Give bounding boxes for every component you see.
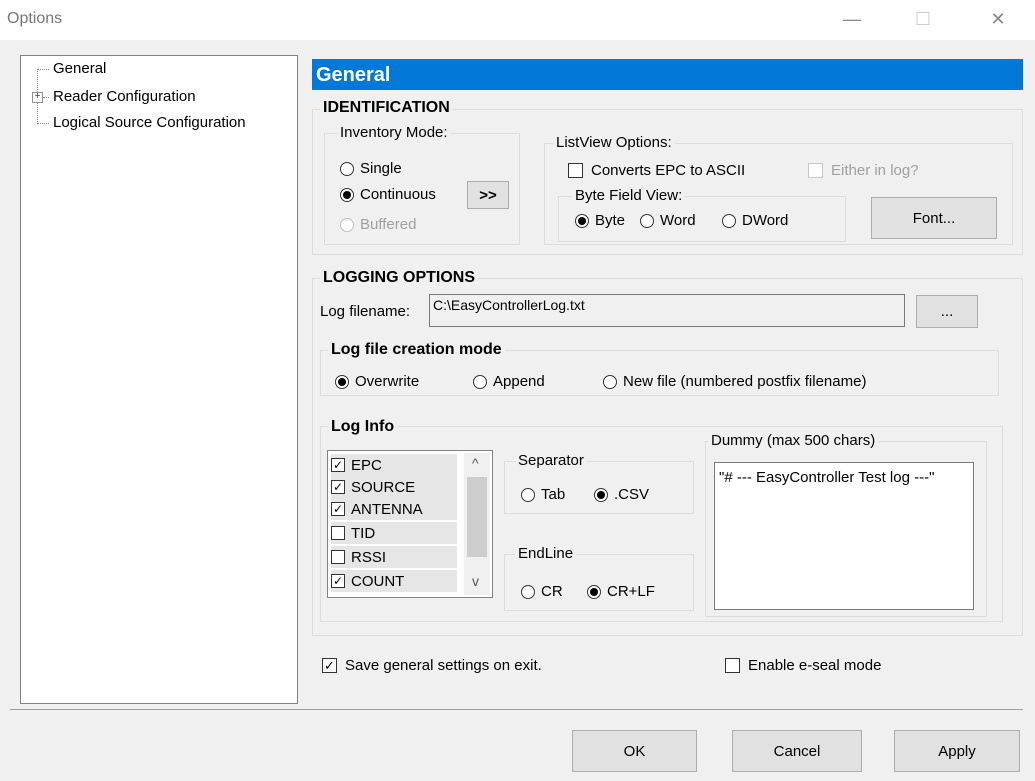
checkbox-icon: ✓: [331, 574, 345, 588]
inventory-more-button[interactable]: >>: [467, 181, 509, 209]
logging-options-title: LOGGING OPTIONS: [320, 269, 479, 287]
log-fields-list[interactable]: ✓ EPC ✓ SOURCE ✓ ANTENNA TID RSSI ✓ COUNT ^ …: [327, 450, 493, 598]
separator-tab-radio[interactable]: Tab: [521, 486, 565, 503]
checkbox-icon: [725, 658, 740, 673]
separator-csv-radio[interactable]: .CSV: [594, 486, 649, 503]
endline-crlf-radio[interactable]: CR+LF: [587, 583, 655, 600]
maximize-icon: ☐: [914, 8, 932, 29]
panel-title: General: [312, 59, 1023, 90]
separator-label: Separator: [515, 452, 587, 469]
list-item[interactable]: ✓ ANTENNA: [331, 498, 457, 520]
log-filename-input[interactable]: C:\EasyControllerLog.txt: [429, 294, 905, 327]
log-filename-label: Log filename:: [320, 303, 411, 320]
tree-connector: [43, 97, 49, 98]
tree-connector: [37, 69, 49, 70]
inventory-mode-label: Inventory Mode:: [337, 124, 451, 141]
endline-label: EndLine: [515, 545, 577, 562]
maximize-button[interactable]: ☐: [900, 0, 946, 38]
list-item[interactable]: ✓ COUNT: [331, 570, 457, 592]
inventory-continuous-radio[interactable]: Continuous: [340, 186, 436, 203]
either-in-log-checkbox: Either in log?: [808, 162, 919, 179]
checkbox-icon: ✓: [331, 480, 345, 494]
endline-cr-radio[interactable]: CR: [521, 583, 563, 600]
window-title: Options: [7, 10, 63, 27]
title-bar: Options — ☐ ✕: [0, 0, 1035, 40]
checkbox-icon: ✓: [331, 502, 345, 516]
identification-title: IDENTIFICATION: [320, 99, 453, 117]
log-creation-mode-title: Log file creation mode: [328, 341, 505, 359]
font-button[interactable]: Font...: [871, 197, 997, 239]
browse-button[interactable]: ...: [916, 295, 978, 328]
eseal-mode-checkbox[interactable]: Enable e-seal mode: [725, 657, 881, 674]
convert-epc-checkbox[interactable]: Converts EPC to ASCII: [568, 162, 745, 179]
cancel-button[interactable]: Cancel: [732, 730, 862, 772]
inventory-single-radio[interactable]: Single: [340, 160, 402, 177]
word-radio[interactable]: Word: [640, 212, 696, 229]
minimize-button[interactable]: —: [829, 0, 875, 38]
tree-item-reader-configuration[interactable]: Reader Configuration: [53, 87, 196, 107]
list-item[interactable]: TID: [331, 522, 457, 544]
scroll-down-icon[interactable]: v: [472, 573, 479, 589]
dummy-textarea[interactable]: "# --- EasyController Test log ---": [714, 462, 974, 610]
checkbox-icon: [331, 526, 345, 540]
append-radio[interactable]: Append: [473, 373, 545, 390]
dword-radio[interactable]: DWord: [722, 212, 788, 229]
list-scrollbar[interactable]: ^ v: [464, 453, 490, 595]
save-on-exit-checkbox[interactable]: ✓ Save general settings on exit.: [322, 657, 542, 674]
tree-item-general[interactable]: General: [53, 59, 106, 79]
scroll-up-icon[interactable]: ^: [472, 455, 479, 471]
tree-item-logical-source-configuration[interactable]: Logical Source Configuration: [53, 113, 246, 133]
inventory-buffered-radio: Buffered: [340, 216, 416, 233]
byte-radio[interactable]: Byte: [575, 212, 625, 229]
list-item[interactable]: ✓ SOURCE: [331, 476, 457, 498]
log-info-title: Log Info: [328, 418, 398, 436]
apply-button[interactable]: Apply: [894, 730, 1020, 772]
listview-options-label: ListView Options:: [553, 134, 675, 151]
settings-tree[interactable]: General + Reader Configuration Logical S…: [20, 55, 298, 704]
tree-connector: [37, 123, 49, 124]
checkbox-icon: ✓: [322, 658, 337, 673]
list-item[interactable]: ✓ EPC: [331, 454, 457, 476]
close-icon: ✕: [990, 8, 1006, 29]
checkbox-icon: ✓: [331, 458, 345, 472]
close-button[interactable]: ✕: [975, 0, 1021, 38]
minimize-icon: —: [843, 8, 861, 29]
new-file-radio[interactable]: New file (numbered postfix filename): [603, 373, 866, 390]
byte-field-view-label: Byte Field View:: [572, 187, 686, 204]
ok-button[interactable]: OK: [572, 730, 697, 772]
list-item[interactable]: RSSI: [331, 546, 457, 568]
scrollbar-thumb[interactable]: [467, 477, 487, 557]
separator-line: [10, 709, 1023, 710]
dummy-label: Dummy (max 500 chars): [708, 432, 879, 449]
expand-icon[interactable]: +: [32, 92, 43, 103]
checkbox-icon: [331, 550, 345, 564]
overwrite-radio[interactable]: Overwrite: [335, 373, 419, 390]
